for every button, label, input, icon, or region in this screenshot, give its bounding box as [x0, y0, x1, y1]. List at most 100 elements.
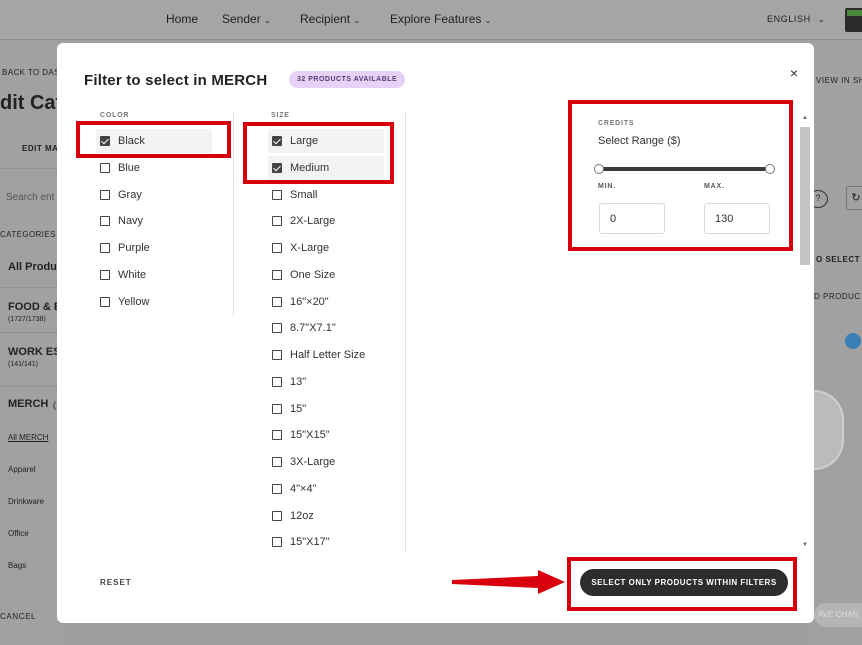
merch-link-all[interactable]: All MERCH: [8, 433, 48, 442]
checkbox-icon[interactable]: [272, 430, 282, 441]
checkbox-icon[interactable]: [100, 162, 110, 173]
column-divider: [405, 111, 406, 553]
category-work[interactable]: WORK ES: [8, 346, 61, 358]
checkbox-icon[interactable]: [272, 189, 282, 200]
category-food[interactable]: FOOD & B: [8, 301, 62, 313]
cancel-button[interactable]: CANCEL: [0, 612, 36, 621]
checkbox-icon[interactable]: [272, 483, 282, 494]
search-input[interactable]: Search ent: [6, 192, 54, 203]
chevron-down-icon: ⌄: [484, 16, 492, 25]
checkbox-icon[interactable]: [272, 323, 282, 334]
size-option[interactable]: 13": [268, 370, 384, 394]
category-food-count: (1727/1738): [8, 316, 46, 323]
credits-label: CREDITS: [598, 120, 635, 127]
color-option[interactable]: White: [96, 263, 212, 287]
size-column-label: SIZE: [271, 112, 290, 119]
checkbox-icon[interactable]: [272, 296, 282, 307]
language-selector[interactable]: ENGLISH ⌄: [767, 14, 825, 24]
color-option[interactable]: Blue: [96, 156, 212, 180]
nav-home[interactable]: Home: [166, 12, 198, 26]
color-option-label: Purple: [118, 242, 150, 254]
scroll-up-arrow-icon[interactable]: ▲: [800, 113, 810, 123]
nav-recipient[interactable]: Recipient ⌄: [300, 12, 360, 26]
size-option[interactable]: 8.7"X7.1": [268, 316, 384, 340]
size-option[interactable]: Large: [268, 129, 384, 153]
color-column-label: COLOR: [100, 112, 130, 119]
divider: [0, 287, 57, 288]
slider-min-handle[interactable]: [594, 164, 604, 174]
nav-explore-features[interactable]: Explore Features ⌄: [390, 12, 491, 26]
checkbox-icon[interactable]: [100, 243, 110, 253]
color-option[interactable]: Purple: [96, 236, 212, 260]
credits-range-slider[interactable]: [598, 167, 770, 171]
checkbox-icon[interactable]: [100, 189, 110, 200]
size-option-label: 15"X15": [290, 429, 330, 442]
save-changes-button[interactable]: AVE CHAN: [814, 603, 862, 627]
divider: [0, 168, 57, 169]
view-in-shop-link[interactable]: VIEW IN SHO: [816, 76, 862, 85]
checkbox-icon[interactable]: [100, 296, 110, 307]
back-to-dashboard-link[interactable]: BACK TO DAS: [2, 68, 60, 77]
merch-link-office[interactable]: Office: [8, 529, 29, 538]
merch-link-bags[interactable]: Bags: [8, 561, 26, 570]
reset-button[interactable]: RESET: [100, 578, 132, 587]
checkbox-icon[interactable]: [272, 376, 282, 387]
category-all-products[interactable]: All Produ: [8, 261, 57, 273]
checkbox-icon[interactable]: [100, 269, 110, 280]
modal-scrollbar[interactable]: ▲ ▼: [798, 113, 812, 551]
slider-max-handle[interactable]: [765, 164, 775, 174]
min-label: MIN.: [598, 183, 616, 190]
checkbox-icon[interactable]: [272, 510, 282, 521]
size-option[interactable]: Half Letter Size: [268, 343, 384, 367]
merch-link-apparel[interactable]: Apparel: [8, 465, 36, 474]
max-credits-input[interactable]: [704, 203, 770, 234]
size-option-label: 8.7"X7.1": [290, 322, 336, 335]
checkbox-checked-icon[interactable]: [272, 136, 282, 146]
size-option[interactable]: Medium: [268, 155, 384, 180]
chevron-down-icon: ⌄: [817, 15, 826, 24]
size-option[interactable]: 15"X15": [268, 423, 384, 447]
color-option[interactable]: Black: [96, 129, 212, 153]
size-option[interactable]: 16"×20": [268, 290, 384, 314]
size-option[interactable]: 4"×4": [268, 477, 384, 501]
checkbox-icon[interactable]: [272, 403, 282, 414]
size-option-label: Small: [290, 188, 318, 201]
checkbox-icon[interactable]: [272, 243, 282, 253]
checkbox-icon[interactable]: [272, 269, 282, 280]
size-option-label: X-Large: [290, 242, 330, 254]
background-sidebar: [0, 40, 57, 645]
size-option[interactable]: X-Large: [268, 236, 384, 260]
min-credits-input[interactable]: [599, 203, 665, 234]
merch-link-drinkware[interactable]: Drinkware: [8, 497, 44, 506]
checkbox-icon[interactable]: [272, 457, 282, 467]
color-option[interactable]: Gray: [96, 183, 212, 207]
size-option[interactable]: 3X-Large: [268, 450, 384, 474]
refresh-icon[interactable]: ↻: [846, 186, 862, 210]
filter-modal: Filter to select in MERCH 32 PRODUCTS AV…: [57, 43, 814, 623]
category-merch[interactable]: MERCH: [8, 398, 48, 410]
size-option[interactable]: 2X-Large: [268, 209, 384, 233]
categories-label: CATEGORIES: [0, 230, 56, 239]
size-option[interactable]: 15"X17": [268, 530, 384, 554]
scroll-down-arrow-icon[interactable]: ▼: [800, 540, 810, 550]
size-option[interactable]: One Size: [268, 263, 384, 287]
color-option[interactable]: Navy: [96, 209, 212, 233]
checkbox-icon[interactable]: [272, 216, 282, 227]
size-option[interactable]: Small: [268, 183, 384, 207]
scroll-thumb[interactable]: [800, 127, 810, 265]
checkbox-icon[interactable]: [272, 537, 282, 548]
size-option-label: Medium: [290, 161, 330, 174]
color-option[interactable]: Yellow: [96, 290, 212, 314]
checkbox-checked-icon[interactable]: [100, 136, 110, 146]
color-option-label: Blue: [118, 161, 141, 174]
apply-filters-button[interactable]: SELECT ONLY PRODUCTS WITHIN FILTERS: [580, 569, 788, 596]
checkbox-icon[interactable]: [272, 350, 282, 360]
edit-tab[interactable]: EDIT MA: [22, 144, 58, 153]
size-option[interactable]: 12oz: [268, 504, 384, 528]
checkbox-icon[interactable]: [100, 216, 110, 227]
nav-sender[interactable]: Sender ⌄: [222, 12, 271, 26]
checkbox-checked-icon[interactable]: [272, 162, 282, 173]
size-option[interactable]: 15": [268, 397, 384, 421]
page-title: dit Cat: [0, 92, 63, 114]
close-icon[interactable]: ×: [786, 65, 802, 81]
